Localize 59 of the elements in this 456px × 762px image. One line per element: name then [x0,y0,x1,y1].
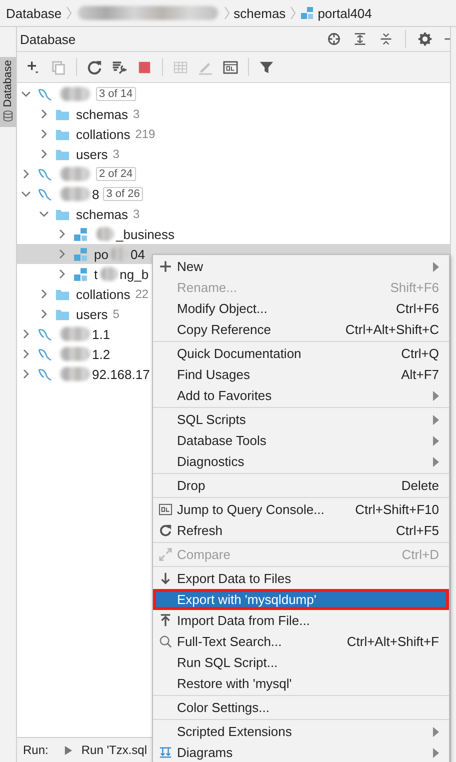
menu-label: Modify Object... [177,301,268,316]
shortcut-text: Ctrl+F5 [396,523,439,538]
menu-label: Scripted Extensions [177,724,293,739]
panel-title: Database [20,32,77,46]
shortcut-text: Shift+F6 [390,280,439,295]
shortcut-text: Delete [401,478,439,493]
menu-label: SQL Scripts [177,412,247,427]
menu-label: Copy Reference [177,322,272,337]
node-label: 92.168.17 [92,366,150,382]
node-label: ng_b [120,266,149,282]
node-label: users [76,146,108,162]
menu-label: Rename... [177,280,238,295]
menu-label: New [177,259,204,274]
menu-label: Color Settings... [177,700,270,715]
menu-label: Jump to Query Console... [177,502,326,517]
shortcut-text: Ctrl+D [402,547,439,562]
node-label: 8 [92,186,100,202]
node-count: 5 [112,307,120,321]
node-badge: 2 of 24 [96,167,136,181]
node-count: 3 [133,207,140,221]
menu-label: Find Usages [177,367,251,382]
node-label: 04 [130,246,145,262]
shortcut-text: Ctrl+F6 [396,301,439,316]
menu-label: Drop [177,478,206,493]
node-label: schemas [76,206,128,222]
node-label: users [76,306,108,322]
shortcut-text: Ctrl+Alt+Shift+C [345,322,439,337]
node-count: 22 [135,287,149,301]
node-badge: 3 of 26 [103,187,143,201]
menu-label: Refresh [177,523,224,538]
node-count: 219 [135,127,156,141]
shortcut-text: Ctrl+Alt+Shift+F [346,634,439,649]
node-label: collations [76,286,130,302]
node-count: 3 [112,147,120,161]
menu-label: Quick Documentation [177,346,302,361]
node-label: t [94,266,98,282]
menu-label: Add to Favorites [177,388,273,403]
node-label: _business [116,226,175,242]
node-badge: 3 of 14 [96,87,136,101]
node-label: po [94,246,108,262]
node-label: schemas [76,106,128,122]
menu-label: Database Tools [177,433,268,448]
menu-label: Run SQL Script... [177,655,279,670]
run-label: Run: [23,743,48,757]
shortcut-text: Ctrl+Shift+F10 [355,502,439,517]
menu-label: Diagnostics [177,454,246,469]
node-label: 1.1 [92,326,110,342]
node-label: collations [76,126,130,142]
menu-label: Full-Text Search... [177,634,283,649]
menu-label: Restore with 'mysql' [177,676,293,691]
menu-label: Import Data from File... [177,613,311,628]
node-count: 3 [133,107,140,121]
menu-label: Export Data to Files [177,571,292,586]
menu-label: Diagrams [177,745,234,760]
node-label: 1.2 [92,346,110,362]
shortcut-text: Alt+F7 [401,367,439,382]
shortcut-text: Ctrl+Q [401,346,439,361]
menu-label: Compare [177,547,232,562]
menu-label: Export with 'mysqldump' [177,592,318,607]
